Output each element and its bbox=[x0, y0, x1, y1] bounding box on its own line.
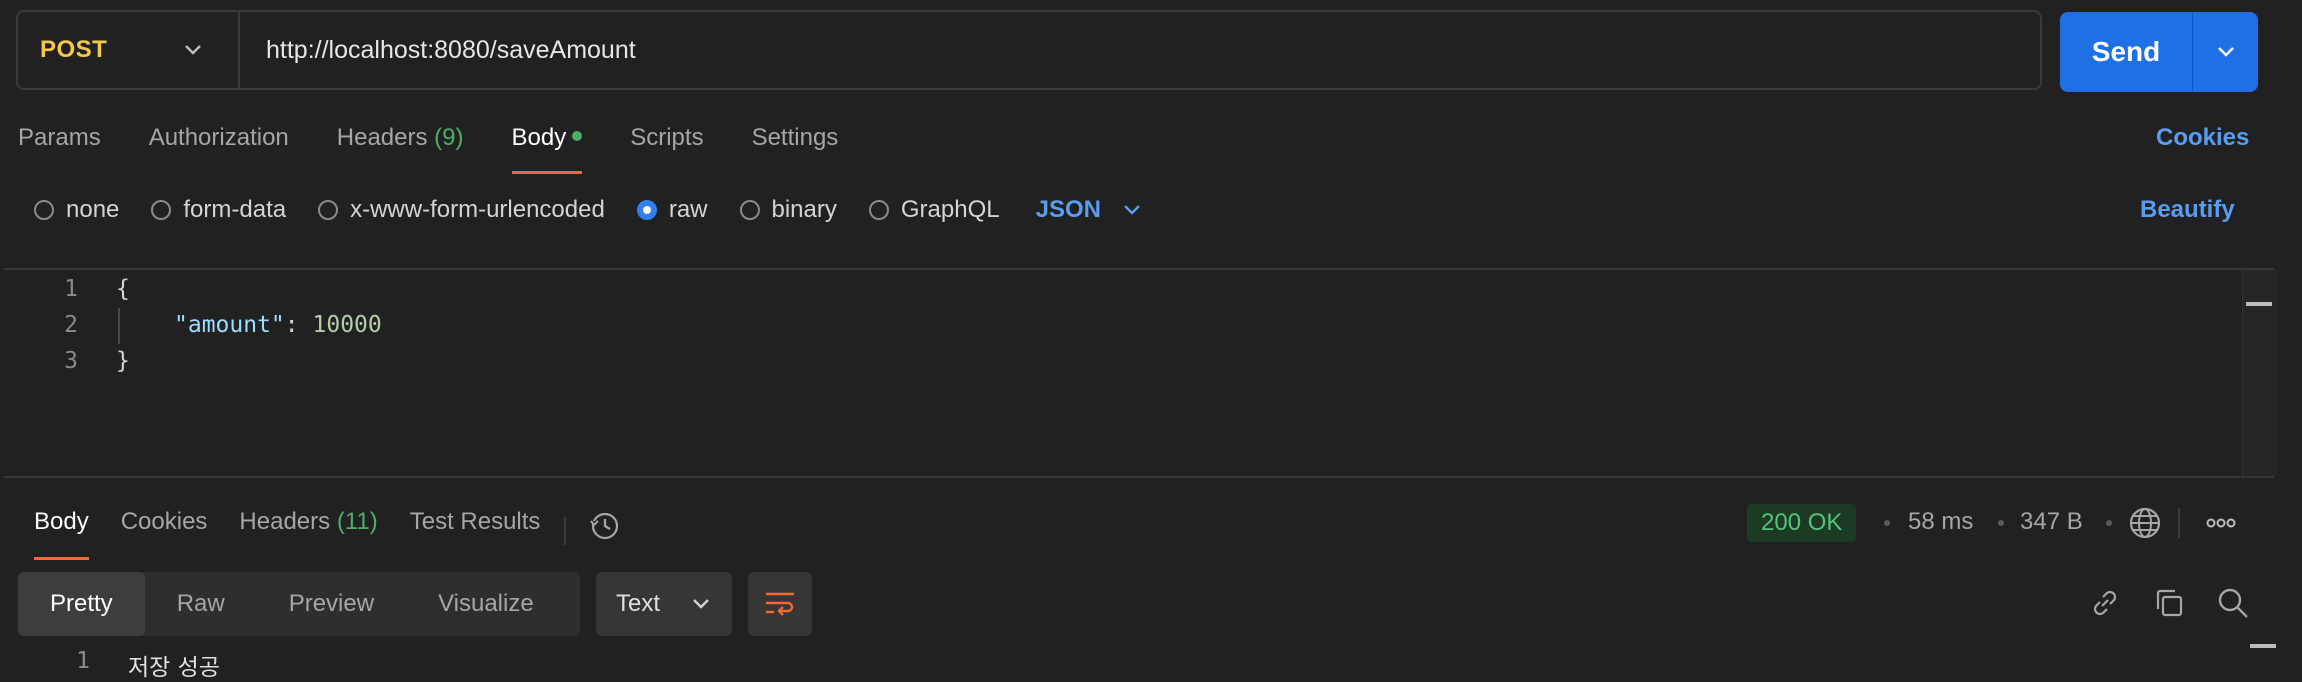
divider bbox=[564, 517, 567, 545]
tab-label: Headers bbox=[239, 508, 331, 535]
separator-dot bbox=[1884, 520, 1890, 526]
status-badge[interactable]: 200 OK bbox=[1747, 504, 1857, 542]
code-line-2: "amount": 10000 bbox=[174, 312, 382, 338]
tab-label: Body bbox=[34, 508, 89, 535]
tab-label: Settings bbox=[751, 124, 839, 151]
history-icon[interactable] bbox=[588, 509, 622, 543]
body-type-radios: none form-data x-www-form-urlencoded raw… bbox=[34, 196, 1141, 224]
line-number: 3 bbox=[64, 348, 78, 374]
response-size[interactable]: 347 B bbox=[2020, 508, 2083, 536]
radio-circle-icon bbox=[739, 200, 760, 220]
tab-settings[interactable]: Settings bbox=[752, 124, 839, 174]
response-body-text: 저장 성공 bbox=[128, 655, 220, 681]
radio-urlencoded[interactable]: x-www-form-urlencoded bbox=[318, 196, 605, 224]
radio-circle-icon bbox=[151, 200, 172, 220]
link-icon[interactable] bbox=[2088, 586, 2122, 620]
response-tab-cookies[interactable]: Cookies bbox=[121, 508, 208, 554]
tab-label: Cookies bbox=[120, 508, 208, 535]
response-tab-body[interactable]: Body bbox=[34, 508, 89, 560]
url-input[interactable] bbox=[240, 11, 2040, 89]
tab-authorization[interactable]: Authorization bbox=[149, 124, 289, 174]
response-time[interactable]: 58 ms bbox=[1908, 508, 1973, 536]
code-open-brace: { bbox=[116, 276, 130, 302]
radio-form-data[interactable]: form-data bbox=[151, 196, 286, 224]
divider bbox=[2178, 508, 2180, 538]
radio-label: binary bbox=[771, 196, 837, 223]
copy-icon[interactable] bbox=[2152, 586, 2186, 620]
radio-label: form-data bbox=[183, 196, 287, 223]
line-number: 1 bbox=[64, 276, 78, 302]
radio-label: x-www-form-urlencoded bbox=[350, 196, 605, 223]
radio-checked-icon bbox=[636, 200, 657, 220]
request-body-editor[interactable] bbox=[4, 268, 2274, 478]
format-label: Text bbox=[616, 590, 661, 617]
indent-guide bbox=[118, 308, 120, 344]
chevron-down-icon bbox=[2217, 47, 2234, 57]
beautify-button[interactable]: Beautify bbox=[2140, 196, 2235, 224]
separator-dot bbox=[1998, 520, 2004, 526]
headers-count: (9) bbox=[434, 124, 464, 151]
chevron-down-icon bbox=[185, 45, 201, 55]
search-icon[interactable] bbox=[2216, 586, 2250, 620]
editor-minimap[interactable] bbox=[2242, 270, 2277, 476]
radio-circle-icon bbox=[318, 200, 339, 220]
response-tabs: Body Cookies Headers (11) Test Results bbox=[34, 508, 622, 560]
radio-circle-icon bbox=[868, 200, 889, 220]
globe-icon[interactable] bbox=[2128, 506, 2162, 540]
line-number: 2 bbox=[64, 312, 78, 338]
radio-label: raw bbox=[668, 196, 708, 223]
cookies-link[interactable]: Cookies bbox=[2156, 124, 2249, 152]
radio-label: GraphQL bbox=[900, 196, 1000, 223]
tab-label: Params bbox=[18, 124, 101, 151]
view-preview[interactable]: Preview bbox=[257, 572, 406, 636]
radio-raw[interactable]: raw bbox=[636, 196, 708, 224]
send-options-button[interactable] bbox=[2192, 12, 2258, 92]
tab-label: Authorization bbox=[148, 124, 289, 151]
request-tabs: Params Authorization Headers (9) Body Sc… bbox=[18, 124, 886, 174]
format-select[interactable]: JSON bbox=[1036, 196, 1141, 224]
view-mode-tabs: Pretty Raw Preview Visualize bbox=[18, 572, 580, 636]
code-close-brace: } bbox=[116, 348, 130, 374]
word-wrap-button[interactable] bbox=[748, 572, 812, 636]
tab-body[interactable]: Body bbox=[511, 124, 583, 174]
headers-count: (11) bbox=[336, 508, 378, 535]
send-button[interactable]: Send bbox=[2060, 12, 2192, 92]
view-visualize[interactable]: Visualize bbox=[406, 572, 566, 636]
tab-label: Test Results bbox=[409, 508, 541, 535]
modified-dot-icon bbox=[572, 130, 583, 141]
send-button-group: Send bbox=[2060, 12, 2258, 92]
method-label: POST bbox=[40, 36, 108, 63]
tab-label: Body bbox=[511, 124, 567, 151]
view-raw[interactable]: Raw bbox=[145, 572, 257, 636]
radio-graphql[interactable]: GraphQL bbox=[868, 196, 1000, 224]
radio-circle-icon bbox=[34, 200, 54, 220]
more-options-icon[interactable] bbox=[2206, 514, 2236, 532]
json-key: "amount" bbox=[174, 312, 285, 338]
radio-binary[interactable]: binary bbox=[739, 196, 837, 224]
chevron-down-icon bbox=[693, 599, 709, 609]
chevron-down-icon bbox=[1124, 205, 1140, 215]
json-colon: : bbox=[284, 312, 299, 338]
view-pretty[interactable]: Pretty bbox=[18, 572, 145, 636]
url-bar: POST bbox=[16, 10, 2042, 90]
tab-headers[interactable]: Headers (9) bbox=[337, 124, 464, 174]
tab-label: Scripts bbox=[630, 124, 704, 151]
separator-dot bbox=[2106, 520, 2112, 526]
minimap-marker bbox=[2250, 644, 2276, 648]
line-number: 1 bbox=[76, 648, 90, 674]
tab-params[interactable]: Params bbox=[18, 124, 101, 174]
minimap-marker bbox=[2246, 302, 2272, 306]
json-value: 10000 bbox=[312, 312, 382, 338]
method-select[interactable]: POST bbox=[18, 12, 240, 88]
wrap-lines-icon bbox=[766, 592, 794, 616]
format-label: JSON bbox=[1035, 196, 1101, 223]
radio-label: none bbox=[66, 196, 120, 223]
response-tab-test-results[interactable]: Test Results bbox=[410, 508, 541, 554]
response-format-select[interactable]: Text bbox=[596, 572, 732, 636]
response-tab-headers[interactable]: Headers (11) bbox=[239, 508, 377, 554]
tab-label: Headers bbox=[336, 124, 428, 151]
radio-none[interactable]: none bbox=[34, 196, 119, 224]
tab-scripts[interactable]: Scripts bbox=[630, 124, 703, 174]
